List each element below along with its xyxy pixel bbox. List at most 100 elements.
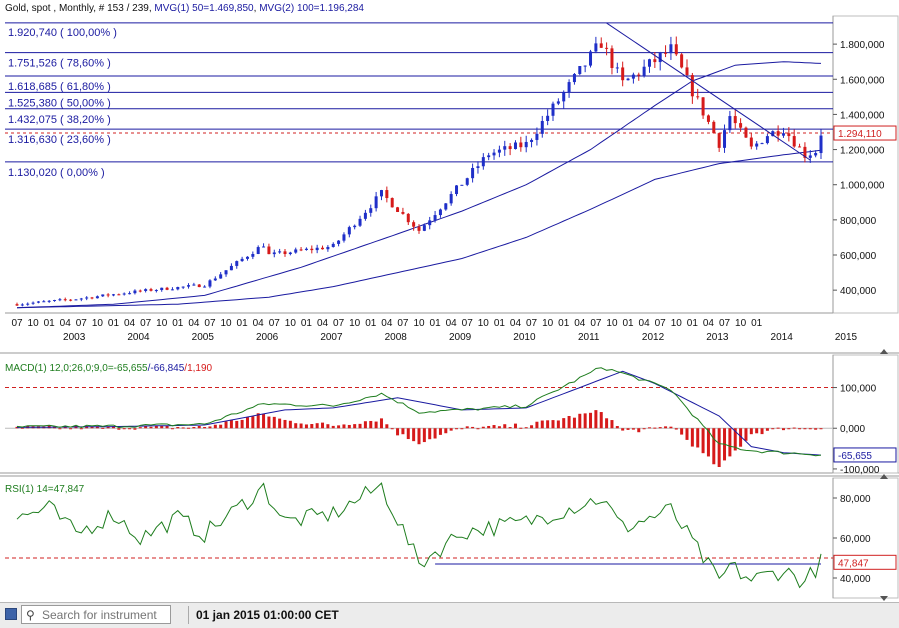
- instrument-square-icon[interactable]: [5, 608, 17, 620]
- candle-body: [583, 65, 587, 67]
- candle-body: [310, 248, 314, 251]
- macd-hist-bar: [599, 412, 603, 429]
- macd-hist-bar: [621, 428, 625, 431]
- x-tick-label: 10: [349, 318, 361, 329]
- macd-hist-bar: [749, 428, 753, 435]
- candle-body: [15, 304, 19, 306]
- macd-hist-bar: [535, 421, 539, 429]
- candle-body: [342, 234, 346, 241]
- fib-label-1: 1.751,526 ( 78,60% ): [8, 58, 111, 70]
- macd-hist-bar: [755, 428, 759, 434]
- candle-body: [42, 301, 46, 303]
- candle-body: [508, 146, 512, 150]
- candle-body: [776, 131, 780, 136]
- candle-body: [653, 59, 657, 63]
- candle-body: [589, 51, 593, 66]
- chart-header: Gold, spot , Monthly, # 153 / 239, MVG(1…: [5, 3, 364, 14]
- candle-body: [626, 78, 630, 81]
- candle-body: [203, 286, 207, 288]
- macd-hist-bar: [138, 427, 142, 429]
- macd-hist-bar: [476, 428, 480, 430]
- x-tick-label: 10: [671, 318, 683, 329]
- macd-hist-bar: [192, 426, 196, 429]
- macd-hist-bar: [481, 426, 485, 429]
- candle-body: [278, 251, 282, 253]
- x-tick-label: 10: [28, 318, 40, 329]
- macd-hist-bar: [149, 426, 153, 429]
- candle-body: [326, 246, 330, 250]
- candle-body: [208, 280, 212, 287]
- candle-body: [723, 130, 727, 148]
- candle-body: [621, 67, 625, 81]
- x-tick-label: 01: [237, 318, 249, 329]
- macd-hist-bar: [610, 420, 614, 429]
- macd-hist-bar: [471, 426, 475, 429]
- candle-body: [599, 43, 603, 48]
- candle-body: [412, 222, 416, 227]
- candle-body: [594, 43, 598, 52]
- candle-body: [347, 227, 351, 235]
- macd-label-prefix: MACD(1) 12,0;26,0;9,0=: [5, 363, 114, 374]
- candle-body: [524, 141, 528, 148]
- candle-body: [160, 287, 164, 291]
- candle-body: [385, 190, 389, 199]
- macd-hist-bar: [615, 426, 619, 429]
- macd-hist-bar: [428, 428, 432, 440]
- price-ytick-label-5: 800,000: [840, 216, 877, 227]
- macd-hist-bar: [347, 424, 351, 429]
- header-mvg1: MVG(1) 50=1.469,850: [154, 3, 254, 14]
- macd-hist-bar: [326, 424, 330, 429]
- macd-label-value: -65,655: [114, 363, 148, 374]
- macd-hist-bar: [572, 417, 576, 429]
- candle-body: [245, 256, 249, 259]
- macd-hist-bar: [229, 419, 233, 429]
- search-input[interactable]: [42, 607, 168, 622]
- chart-area[interactable]: 1.800,000 1.600,000 1.400,000 1.200,000 1.00…: [0, 0, 899, 602]
- macd-hist-bar: [422, 428, 426, 443]
- macd-hist-bar: [251, 416, 255, 429]
- x-tick-label: 01: [751, 318, 763, 329]
- x-year-label: 2012: [642, 332, 665, 343]
- macd-hist-bar: [187, 427, 191, 429]
- macd-hist-bar: [508, 427, 512, 429]
- candle-body: [808, 155, 812, 158]
- macd-hist-bar: [170, 428, 174, 430]
- candle-body: [401, 211, 405, 214]
- macd-hist-bar: [765, 428, 769, 431]
- x-year-label: 2009: [449, 332, 472, 343]
- macd-hist-bar: [685, 428, 689, 440]
- candle-body: [299, 249, 303, 251]
- macd-hist-bar: [272, 416, 276, 429]
- datetime-label: 01 jan 2015 01:00:00 CET: [196, 608, 339, 622]
- price-ytick-label-4: 1.000,000: [840, 181, 885, 192]
- x-tick-label: 04: [446, 318, 458, 329]
- x-tick-label: 10: [735, 318, 747, 329]
- candle-body: [739, 123, 743, 128]
- macd-hist-bar: [433, 428, 437, 439]
- candle-body: [728, 116, 732, 131]
- macd-hist-bar: [460, 428, 464, 430]
- x-tick-label: 01: [622, 318, 634, 329]
- macd-hist-bar: [278, 418, 282, 429]
- macd-ytick-label-0: 100,000: [840, 384, 877, 395]
- candle-body: [605, 47, 609, 49]
- x-tick-label: 01: [687, 318, 699, 329]
- x-tick-label: 04: [703, 318, 715, 329]
- candle-body: [106, 294, 110, 296]
- x-tick-label: 10: [285, 318, 297, 329]
- macd-hist-bar: [455, 428, 459, 430]
- candle-body: [814, 153, 818, 156]
- candle-body: [176, 287, 180, 290]
- candle-body: [315, 247, 319, 251]
- macd-hist-bar: [631, 428, 635, 430]
- macd-hist-bar: [406, 428, 410, 440]
- macd-hist-bar: [808, 428, 812, 430]
- x-tick-label: 10: [542, 318, 554, 329]
- macd-hist-bar: [605, 418, 609, 429]
- rsi-label: RSI(1) 14=47,847: [5, 484, 85, 495]
- macd-hist-bar: [530, 425, 534, 429]
- x-tick-label: 07: [719, 318, 731, 329]
- candle-body: [213, 278, 217, 281]
- macd-hist-bar: [58, 428, 62, 430]
- search-box[interactable]: ⚲: [21, 605, 171, 624]
